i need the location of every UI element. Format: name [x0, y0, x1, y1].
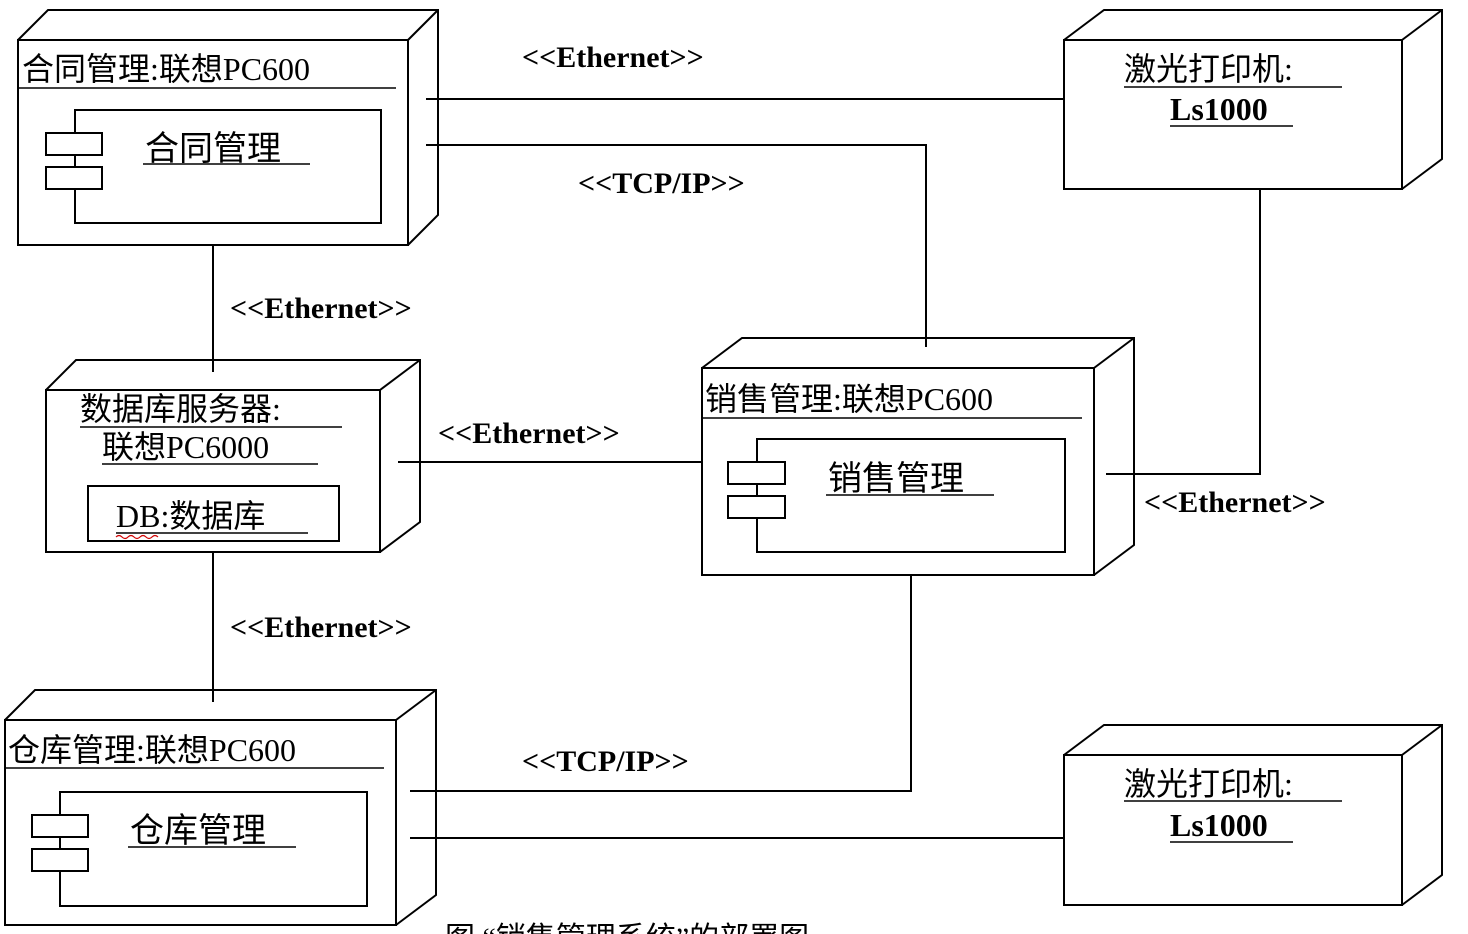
node-printer-bottom-title-line2: Ls1000: [1170, 807, 1268, 843]
component-sales-label: 销售管理: [828, 460, 964, 498]
stereotype-contract-printer: <<Ethernet>>: [522, 41, 704, 74]
node-printer-top-title-line2: Ls1000: [1170, 91, 1268, 127]
node-printer-top-title-line1: 激光打印机:: [1124, 51, 1293, 87]
stereotype-sales-printer: <<Ethernet>>: [1144, 486, 1326, 519]
node-sales-title: 销售管理:联想PC600: [705, 381, 993, 417]
node-contract[interactable]: [17, 9, 439, 246]
figure-caption: 图 “销售管理系统”的部署图: [445, 922, 809, 934]
stereotype-contract-db: <<Ethernet>>: [230, 292, 412, 325]
stereotype-warehouse-sales: <<TCP/IP>>: [522, 745, 689, 778]
link-sales-printer[interactable]: [1106, 189, 1261, 475]
node-printer-bottom-title-line1: 激光打印机:: [1124, 766, 1293, 802]
node-contract-title: 合同管理:联想PC600: [22, 51, 310, 87]
node-warehouse[interactable]: [4, 689, 437, 926]
node-sales[interactable]: [701, 337, 1135, 576]
component-warehouse-label: 仓库管理: [130, 812, 266, 850]
component-contract-label: 合同管理: [145, 130, 281, 168]
node-warehouse-title: 仓库管理:联想PC600: [8, 732, 296, 768]
stereotype-db-sales: <<Ethernet>>: [438, 417, 620, 450]
stereotype-db-warehouse: <<Ethernet>>: [230, 611, 412, 644]
artifact-db-label: DB:数据库: [116, 498, 265, 534]
diagram-canvas: 合同管理:联想PC600 合同管理 数据库服务器: 联想PC6000 DB:数据…: [4, 9, 1443, 934]
node-db-title-line2: 联想PC6000: [102, 429, 269, 465]
node-db-title-line1: 数据库服务器:: [80, 391, 281, 427]
deployment-diagram: 合同管理:联想PC600 合同管理 数据库服务器: 联想PC6000 DB:数据…: [0, 0, 1468, 934]
stereotype-contract-sales: <<TCP/IP>>: [578, 167, 745, 200]
